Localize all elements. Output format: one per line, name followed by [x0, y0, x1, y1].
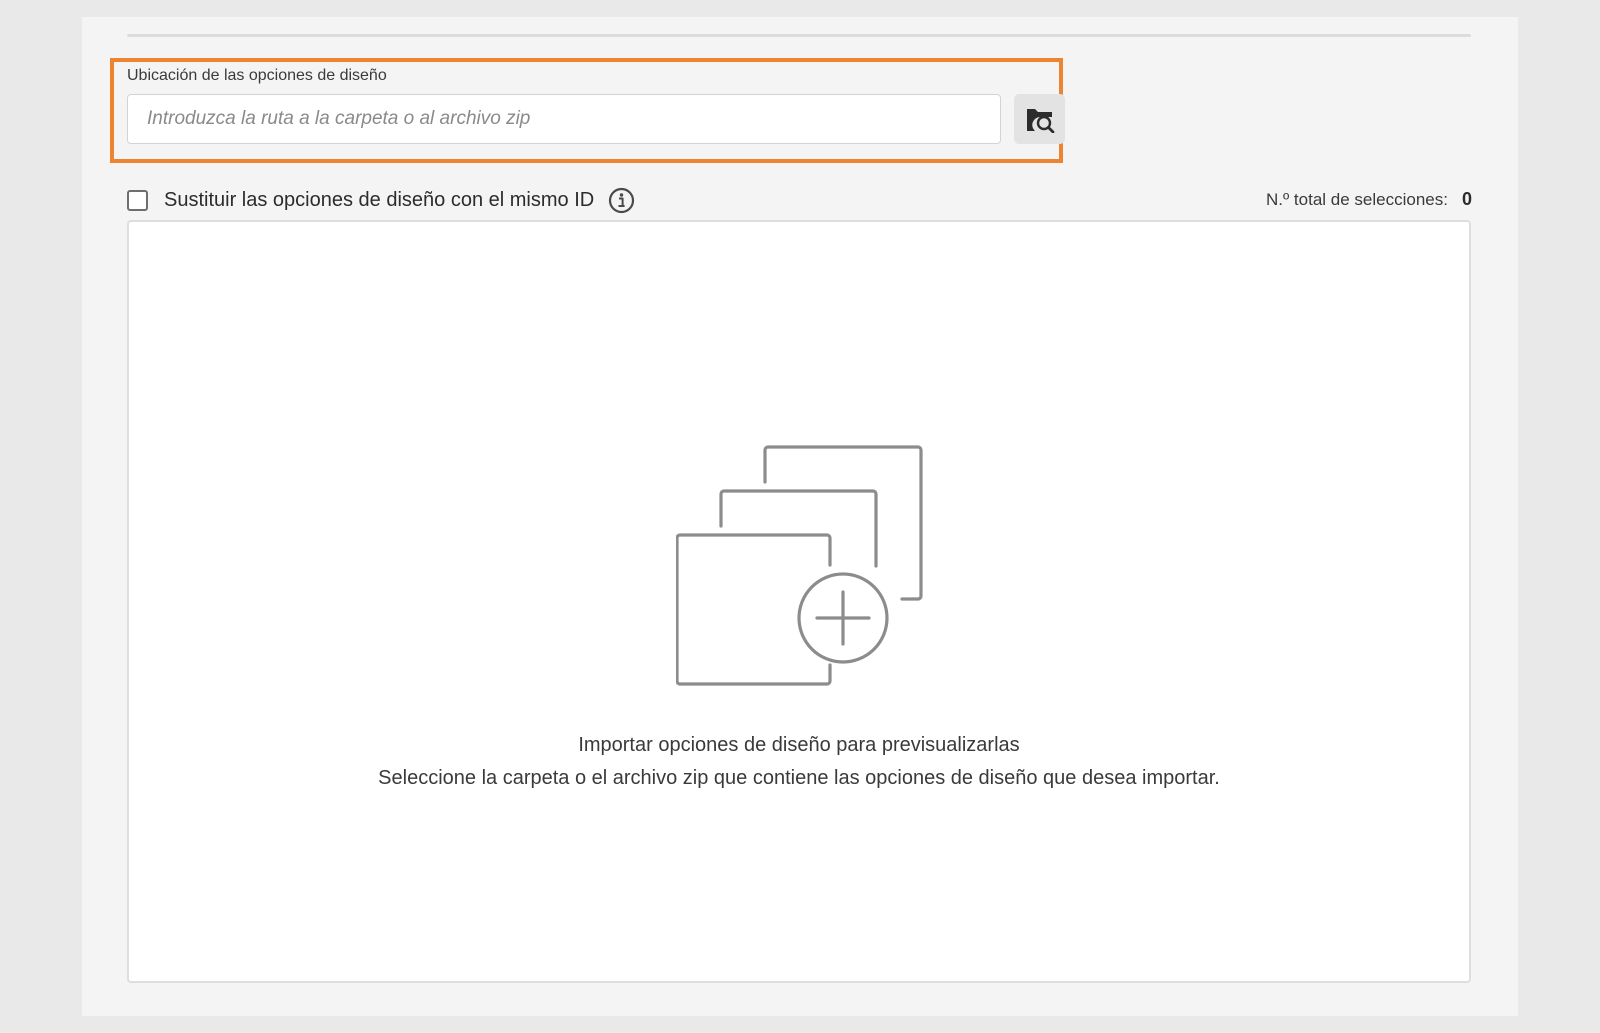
total-selections-label: N.º total de selecciones: [1266, 189, 1448, 209]
replace-option-row: Sustituir las opciones de diseño con el … [127, 185, 635, 215]
top-divider [127, 34, 1471, 37]
path-input[interactable] [127, 94, 1001, 144]
folder-search-icon [1025, 105, 1055, 133]
empty-state-title: Importar opciones de diseño para previsu… [578, 734, 1020, 756]
total-selections-count: 0 [1461, 189, 1472, 209]
import-layouts-icon [675, 442, 926, 692]
replace-checkbox-label[interactable]: Sustituir las opciones de diseño con el … [164, 189, 594, 212]
total-selections: N.º total de selecciones: 0 [1266, 189, 1472, 210]
import-panel: Ubicación de las opciones de diseño Sust… [82, 17, 1518, 1016]
browse-folder-button[interactable] [1014, 94, 1065, 144]
location-field-label: Ubicación de las opciones de diseño [127, 67, 387, 84]
replace-checkbox[interactable] [127, 189, 148, 211]
info-icon[interactable] [608, 187, 635, 214]
layout-preview-area: Importar opciones de diseño para previsu… [127, 220, 1471, 983]
empty-state-description: Seleccione la carpeta o el archivo zip q… [378, 767, 1220, 789]
